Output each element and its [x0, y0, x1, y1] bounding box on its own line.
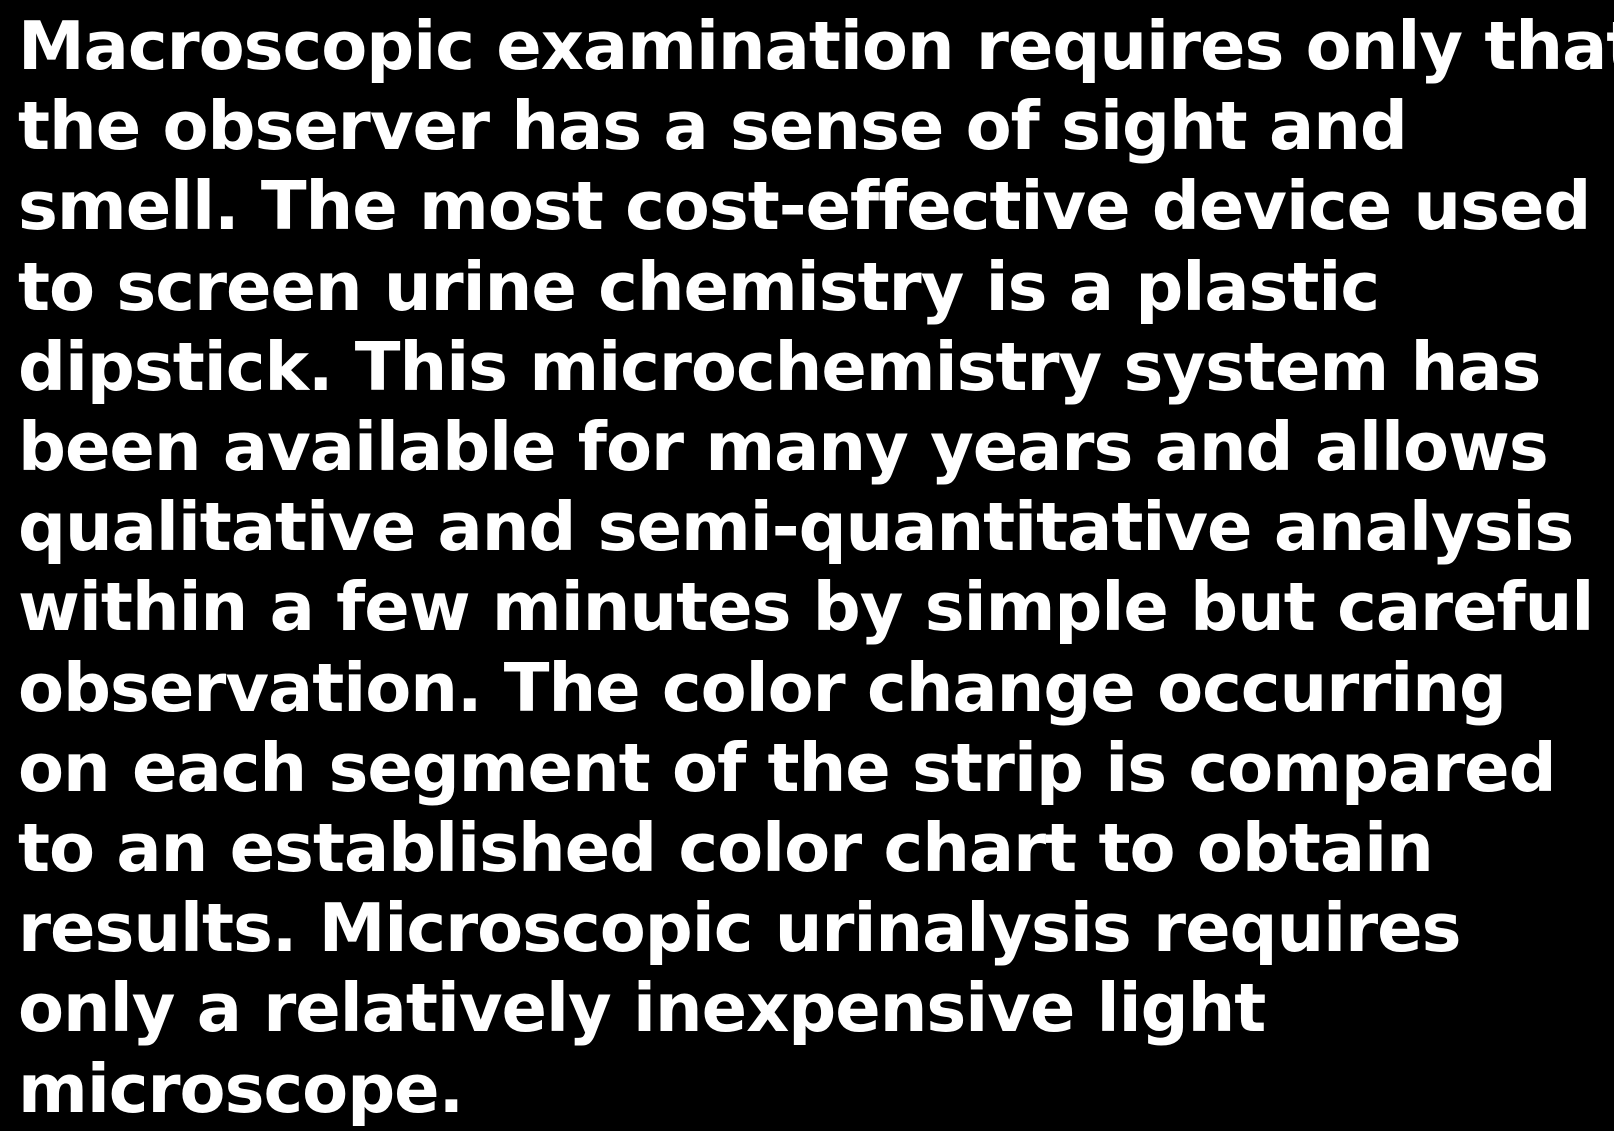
text-line: smell. The most cost-effective device us…: [18, 167, 1591, 246]
text-line: only a relatively inexpensive light: [18, 969, 1266, 1048]
text-line: qualitative and semi-quantitative analys…: [18, 488, 1574, 567]
text-line: microscope.: [18, 1049, 464, 1128]
text-line: results. Microscopic urinalysis requires: [18, 889, 1462, 968]
slide-canvas: Macroscopic examination requires only th…: [0, 0, 1614, 1131]
text-line: observation. The color change occurring: [18, 648, 1507, 727]
text-line: been available for many years and allows: [18, 408, 1549, 487]
text-line: the observer has a sense of sight and: [18, 87, 1408, 166]
text-line: on each segment of the strip is compared: [18, 728, 1557, 807]
text-line: to an established color chart to obtain: [18, 809, 1434, 888]
text-line: Macroscopic examination requires only th…: [18, 7, 1614, 85]
text-line: dipstick. This microchemistry system has: [18, 327, 1541, 406]
text-line: to screen urine chemistry is a plastic: [18, 247, 1380, 326]
body-paragraph: Macroscopic examination requires only th…: [18, 6, 1614, 1129]
text-line: within a few minutes by simple but caref…: [18, 568, 1594, 647]
